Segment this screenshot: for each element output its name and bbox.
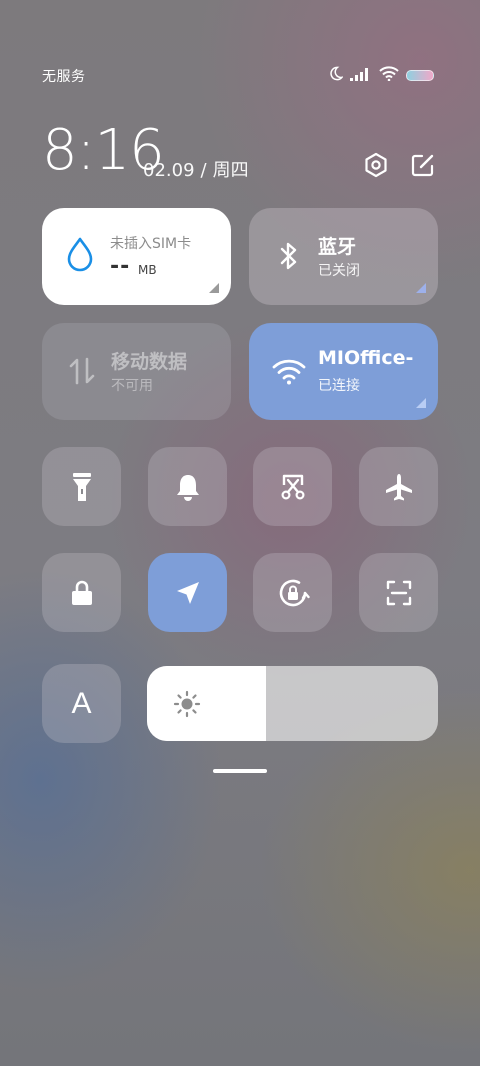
- settings-icon: [365, 152, 387, 178]
- edit-icon: [411, 154, 434, 177]
- wifi-status: 已连接: [318, 378, 360, 394]
- location-icon: [176, 581, 199, 604]
- bell-icon: [176, 474, 199, 501]
- sun-icon: [173, 690, 201, 718]
- font-size-button[interactable]: A: [42, 664, 121, 743]
- data-usage-value: --: [110, 254, 131, 279]
- date-line: 02.09/周四: [143, 156, 249, 182]
- flashlight-toggle[interactable]: [42, 447, 121, 526]
- font-size-label: A: [71, 686, 92, 720]
- bluetooth-title: 蓝牙: [318, 236, 357, 258]
- moon-icon: [328, 66, 344, 85]
- airplane-mode-toggle[interactable]: [359, 447, 438, 526]
- mobile-data-status: 不可用: [111, 378, 153, 394]
- lock-screen-toggle[interactable]: [42, 553, 121, 632]
- drag-handle[interactable]: [213, 769, 267, 773]
- wifi-icon: [271, 353, 307, 389]
- location-toggle[interactable]: [148, 553, 227, 632]
- bluetooth-tile[interactable]: 蓝牙 已关闭: [249, 208, 438, 305]
- rotation-lock-icon: [279, 579, 310, 606]
- signal-icon: [350, 66, 372, 85]
- expand-corner-icon: [416, 398, 426, 408]
- date-separator: /: [200, 160, 207, 181]
- brightness-fill: [147, 666, 267, 741]
- flashlight-icon: [72, 472, 91, 501]
- brightness-slider[interactable]: [147, 666, 438, 741]
- scan-icon: [386, 580, 411, 605]
- wifi-icon: [379, 66, 399, 85]
- data-arrows-icon: [64, 353, 100, 389]
- expand-corner-icon: [416, 283, 426, 293]
- status-icons: [328, 66, 434, 85]
- mobile-data-title: 移动数据: [111, 351, 188, 373]
- bluetooth-status: 已关闭: [318, 263, 360, 279]
- lock-icon: [71, 580, 92, 605]
- scanner-toggle[interactable]: [359, 553, 438, 632]
- mobile-data-tile[interactable]: 移动数据 不可用: [42, 323, 231, 420]
- settings-button[interactable]: [361, 150, 391, 180]
- wifi-network-name: MIOffice-: [318, 347, 414, 369]
- sim-status-label: 未插入SIM卡: [110, 236, 192, 252]
- expand-corner-icon: [209, 283, 219, 293]
- bluetooth-icon: [271, 238, 307, 274]
- weekday: 周四: [212, 160, 249, 181]
- data-usage-tile[interactable]: 未插入SIM卡 -- MB: [42, 208, 231, 305]
- data-usage-unit: MB: [138, 263, 157, 277]
- sound-toggle[interactable]: [148, 447, 227, 526]
- carrier-status: 无服务: [42, 69, 86, 85]
- screenshot-toggle[interactable]: [253, 447, 332, 526]
- date: 02.09: [143, 160, 195, 181]
- wifi-tile[interactable]: MIOffice- 已连接: [249, 323, 438, 420]
- edit-button[interactable]: [408, 150, 438, 180]
- water-drop-icon: [62, 236, 98, 272]
- airplane-icon: [385, 473, 412, 500]
- battery-icon: [406, 70, 434, 81]
- auto-rotate-toggle[interactable]: [253, 553, 332, 632]
- screenshot-icon: [280, 474, 305, 500]
